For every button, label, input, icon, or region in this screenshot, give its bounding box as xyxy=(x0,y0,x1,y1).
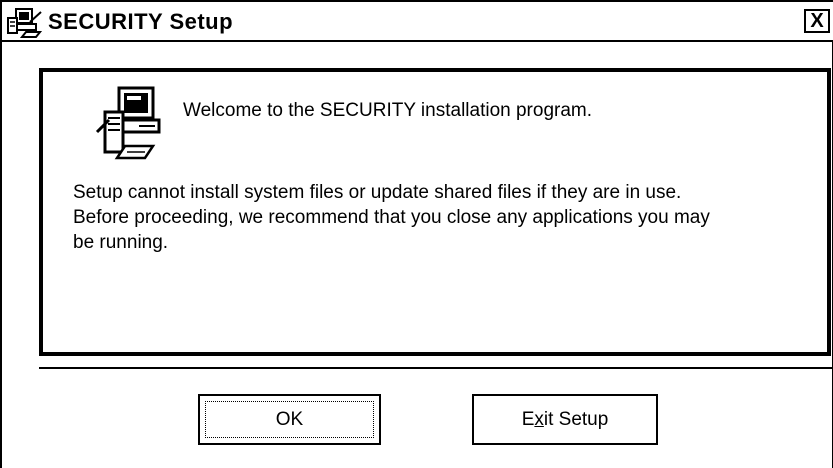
message-line: be running. xyxy=(73,232,169,253)
welcome-heading: Welcome to the SECURITY installation pro… xyxy=(183,100,593,121)
welcome-panel: Welcome to the SECURITY installation pro… xyxy=(39,68,831,356)
close-icon: X xyxy=(810,10,824,32)
ok-button[interactable]: OK xyxy=(198,394,381,445)
message-line: Before proceeding, we recommend that you… xyxy=(73,207,710,228)
separator xyxy=(39,367,833,369)
exit-setup-button[interactable]: Exit Setup xyxy=(472,394,658,445)
title-bar[interactable]: SECURITY Setup X xyxy=(2,2,833,42)
focus-rectangle xyxy=(205,401,374,438)
window-title: SECURITY Setup xyxy=(48,9,234,34)
message-line: Setup cannot install system files or upd… xyxy=(73,182,682,203)
setup-dialog: SECURITY Setup X Welcome to the SECURITY… xyxy=(0,0,833,468)
close-button[interactable]: X xyxy=(804,9,830,33)
computer-setup-icon xyxy=(95,86,161,160)
exit-button-label: Exit Setup xyxy=(521,408,609,430)
warning-message: Setup cannot install system files or upd… xyxy=(73,180,813,255)
setup-computer-icon xyxy=(7,8,43,38)
